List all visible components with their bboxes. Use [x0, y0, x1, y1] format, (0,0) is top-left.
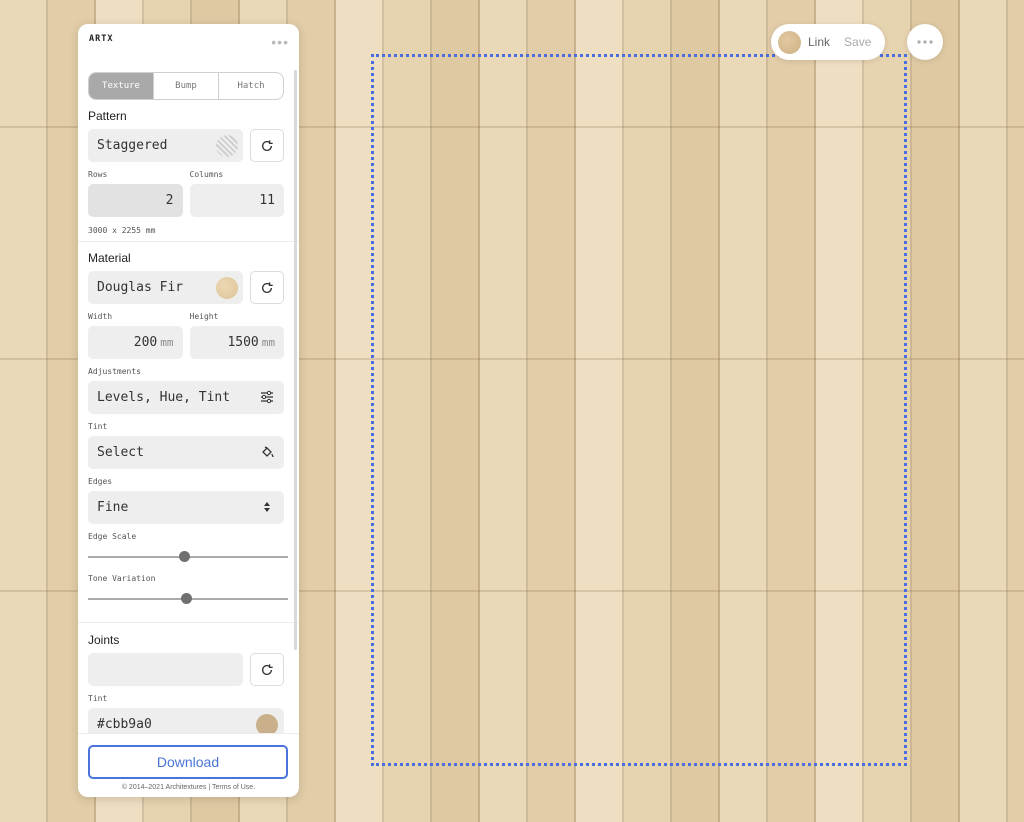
- material-title: Material: [88, 251, 131, 265]
- adjustments-value: Levels, Hue, Tint: [97, 390, 231, 405]
- divider: [78, 241, 299, 242]
- paint-bucket-icon: [262, 446, 274, 458]
- copyright-text: © 2014–2021 Architextures |: [121, 784, 212, 791]
- edges-value: Fine: [97, 500, 129, 515]
- tint-select[interactable]: Select: [88, 436, 284, 469]
- refresh-icon: [261, 663, 273, 675]
- width-value: 200: [133, 335, 158, 350]
- adjustments-label: Adjustments: [88, 367, 141, 376]
- width-label: Width: [88, 312, 113, 321]
- joints-select[interactable]: [88, 653, 243, 686]
- tone-variation-thumb[interactable]: [181, 593, 192, 604]
- panel-footer: Download © 2014–2021 Architextures | Ter…: [78, 733, 299, 797]
- save-button[interactable]: Save: [844, 35, 871, 49]
- tab-bump[interactable]: Bump: [153, 73, 218, 99]
- material-select[interactable]: Douglas Fir: [88, 271, 243, 304]
- rows-value: 2: [165, 193, 174, 208]
- pattern-select[interactable]: Staggered: [88, 129, 243, 162]
- height-value: 1500: [227, 335, 259, 350]
- panel-more-icon[interactable]: •••: [271, 34, 289, 50]
- divider: [78, 622, 299, 623]
- tone-variation-slider[interactable]: [88, 588, 288, 608]
- columns-value: 11: [259, 193, 275, 208]
- material-value: Douglas Fir: [97, 280, 184, 295]
- edges-label: Edges: [88, 477, 113, 486]
- panel-scrollbar[interactable]: [294, 70, 297, 650]
- pattern-value: Staggered: [97, 138, 168, 153]
- mode-tabs: Texture Bump Hatch: [88, 72, 284, 100]
- edge-scale-slider[interactable]: [88, 546, 288, 566]
- tint-value: Select: [97, 445, 144, 460]
- rows-label: Rows: [88, 170, 108, 179]
- settings-panel: ARTX ••• Texture Bump Hatch Pattern Stag…: [78, 24, 299, 797]
- more-icon: [917, 40, 933, 44]
- terms-link[interactable]: Terms of Use.: [212, 784, 255, 791]
- joint-tint-swatch-icon: [256, 714, 278, 733]
- more-button[interactable]: [907, 24, 943, 60]
- rows-input[interactable]: 2: [88, 184, 183, 217]
- width-input[interactable]: 200 mm: [88, 326, 183, 359]
- pattern-dimensions: 3000 x 2255 mm: [88, 226, 156, 235]
- height-label: Height: [189, 312, 219, 321]
- select-arrows-icon: [264, 502, 270, 512]
- share-pill: Link Save: [771, 24, 885, 60]
- artx-logo: ARTX: [89, 34, 114, 44]
- pattern-section: Pattern Staggered Rows 2 Columns 11 3000…: [78, 109, 299, 235]
- edges-select[interactable]: Fine: [88, 491, 284, 524]
- pattern-thumbnail-icon: [216, 135, 238, 157]
- tint-label: Tint: [88, 422, 108, 431]
- texture-selection-frame[interactable]: [371, 54, 907, 766]
- joints-section: Joints Tint #cbb9a0: [78, 633, 299, 733]
- material-refresh-button[interactable]: [250, 271, 284, 304]
- joint-tint-label: Tint: [88, 694, 108, 703]
- adjustments-select[interactable]: Levels, Hue, Tint: [88, 381, 284, 414]
- edge-scale-thumb[interactable]: [179, 551, 191, 562]
- height-unit: mm: [261, 336, 275, 349]
- panel-header: ARTX •••: [78, 24, 299, 62]
- panel-scroll-area: Texture Bump Hatch Pattern Staggered Row…: [78, 62, 299, 733]
- joints-refresh-button[interactable]: [250, 653, 284, 686]
- edge-scale-label: Edge Scale: [88, 532, 137, 541]
- refresh-icon: [261, 139, 273, 151]
- sliders-icon: [261, 390, 273, 404]
- pattern-title: Pattern: [88, 109, 127, 123]
- columns-label: Columns: [189, 170, 224, 179]
- tab-texture[interactable]: Texture: [89, 73, 153, 99]
- refresh-icon: [261, 281, 273, 293]
- tone-variation-label: Tone Variation: [88, 574, 156, 583]
- tab-hatch[interactable]: Hatch: [218, 73, 283, 99]
- joint-tint-input[interactable]: #cbb9a0: [88, 708, 284, 733]
- material-preview-icon[interactable]: [778, 30, 801, 54]
- material-swatch-icon: [216, 277, 238, 299]
- width-unit: mm: [160, 336, 174, 349]
- joints-title: Joints: [88, 633, 120, 647]
- height-input[interactable]: 1500 mm: [189, 326, 284, 359]
- columns-input[interactable]: 11: [189, 184, 284, 217]
- link-button[interactable]: Link: [808, 35, 830, 49]
- joint-tint-value: #cbb9a0: [97, 717, 152, 732]
- copyright: © 2014–2021 Architextures | Terms of Use…: [78, 784, 299, 791]
- material-section: Material Douglas Fir Width 200 mm Height…: [78, 251, 299, 608]
- pattern-refresh-button[interactable]: [250, 129, 284, 162]
- download-button[interactable]: Download: [88, 745, 288, 779]
